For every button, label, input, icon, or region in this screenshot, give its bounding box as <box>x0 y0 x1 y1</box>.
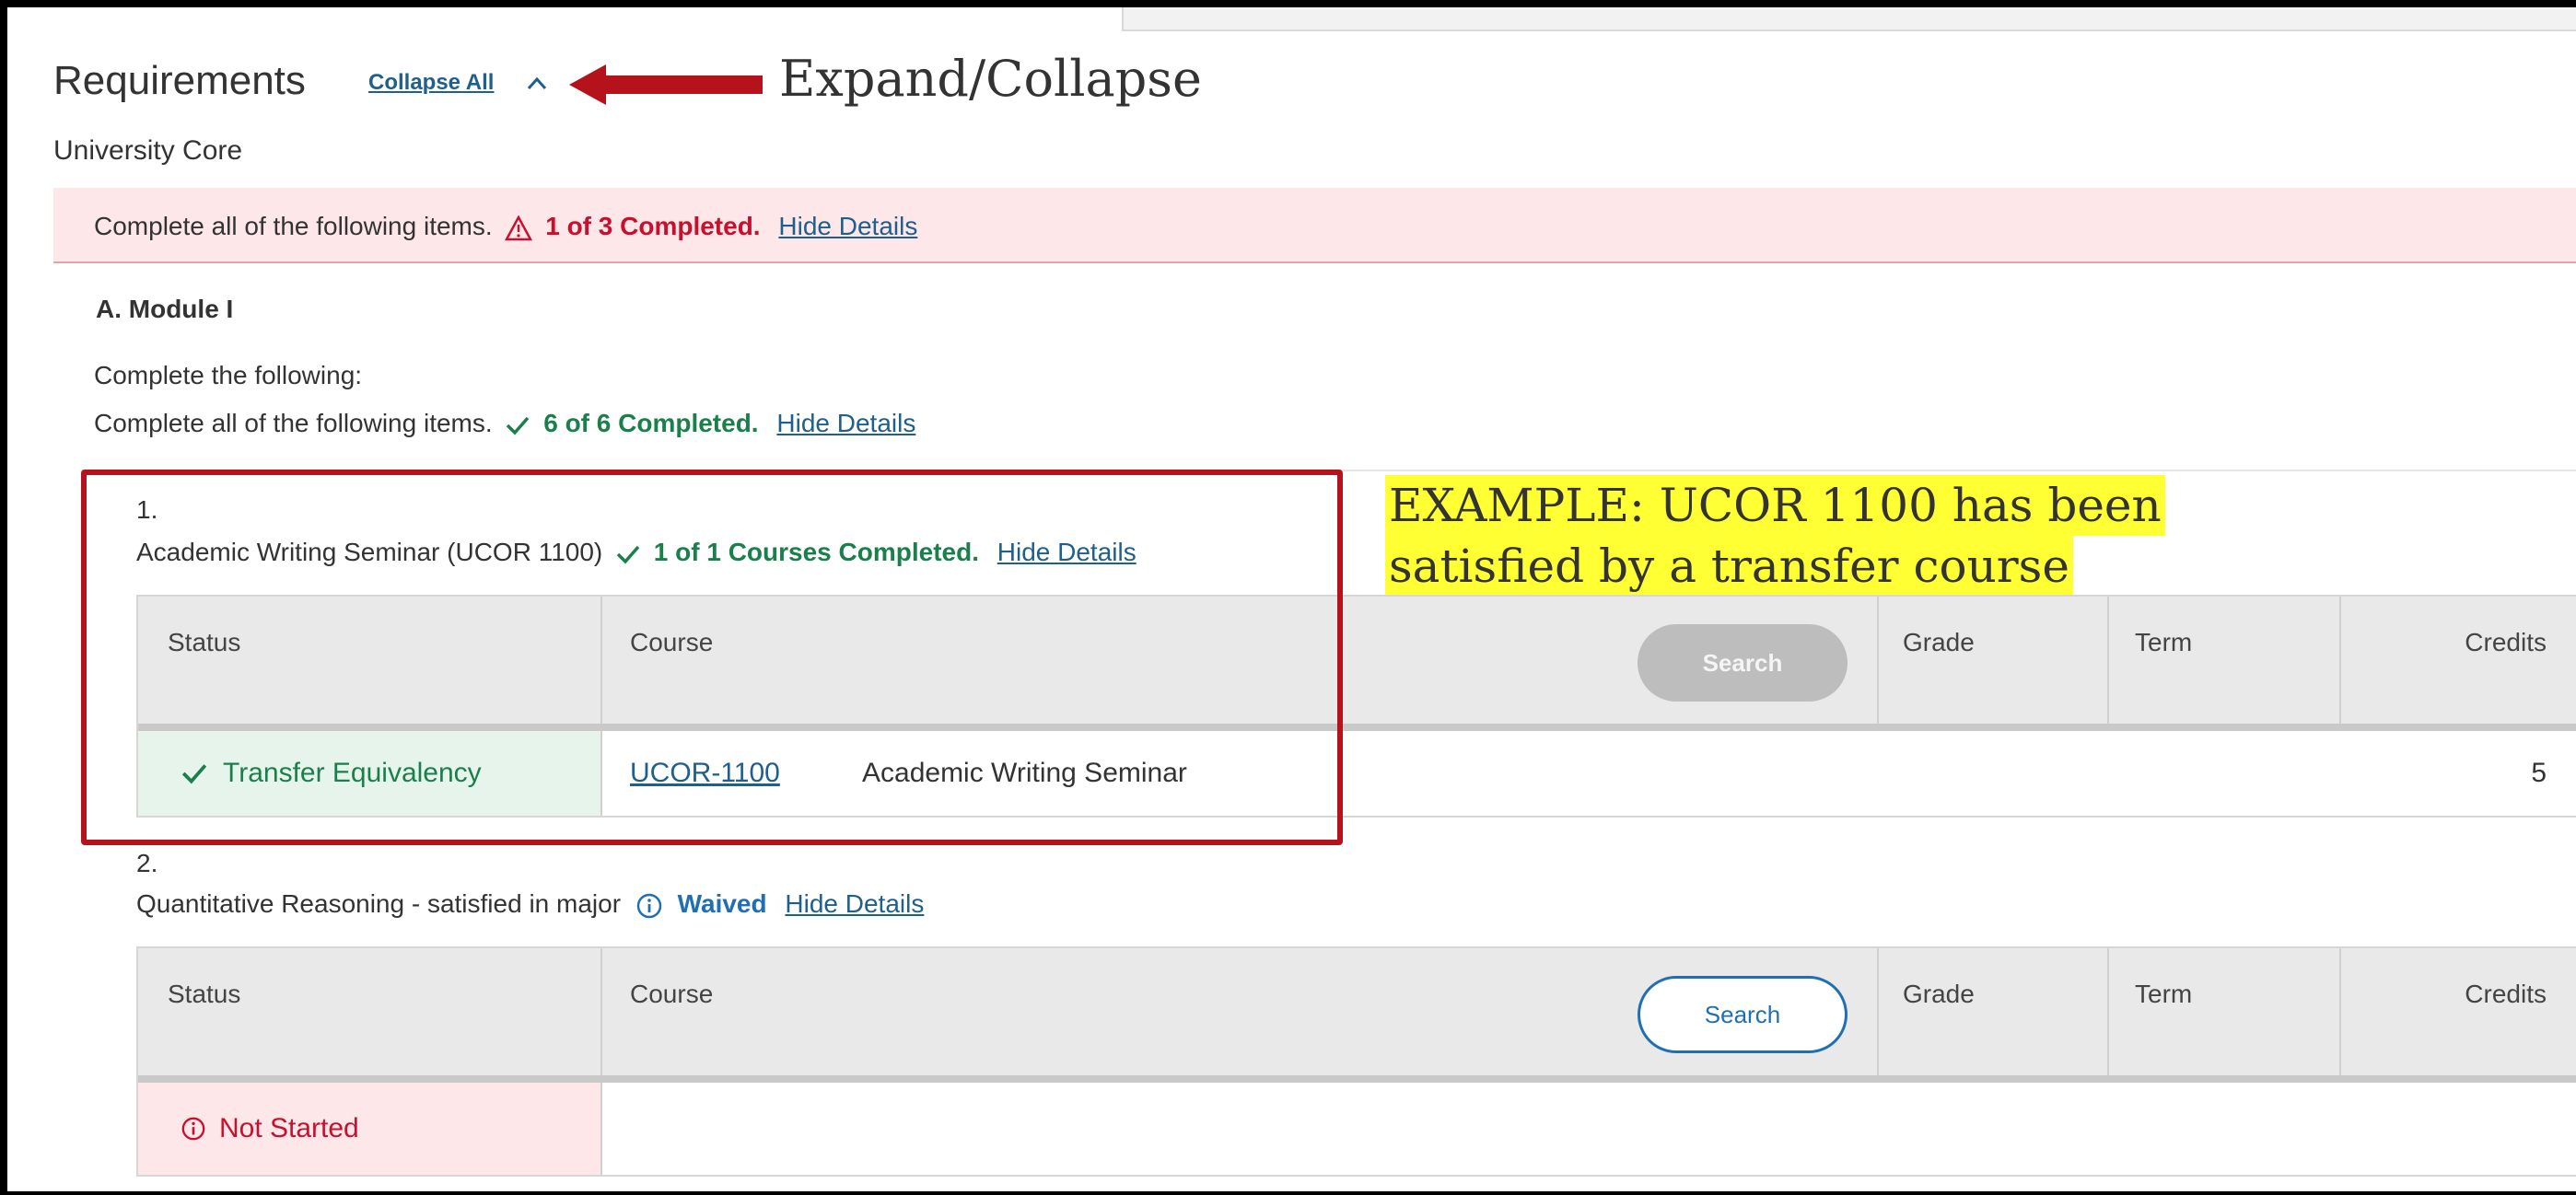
info-icon <box>181 1117 205 1141</box>
module-status-row: Complete all of the following items. 6 o… <box>94 407 915 440</box>
page-title: Requirements <box>53 58 306 103</box>
column-separator <box>1877 597 1879 724</box>
section-instruction: Complete all of the following items. <box>94 212 493 240</box>
table-row: Not Started <box>138 1083 2576 1175</box>
section-name: University Core <box>53 135 243 166</box>
info-icon <box>636 893 662 918</box>
top-toolbar <box>1122 7 2576 31</box>
check-icon <box>507 416 530 435</box>
grade-column-header: Grade <box>1903 628 1975 656</box>
item-2-waived: Waived <box>677 889 767 918</box>
section-hide-details-link[interactable]: Hide Details <box>778 212 917 240</box>
course-column-header: Course <box>630 980 714 1008</box>
column-separator <box>2339 597 2341 724</box>
column-separator <box>2107 948 2109 1075</box>
column-separator <box>600 1083 602 1175</box>
grade-column-header: Grade <box>1903 980 1975 1008</box>
item-2-hide-details-link[interactable]: Hide Details <box>785 889 924 918</box>
status-cell: Not Started <box>138 1083 600 1175</box>
column-separator <box>1877 948 1879 1075</box>
annotation-highlight-box <box>81 470 1343 845</box>
item-2-course-table: Status Course Search Grade Term Credits … <box>136 946 2576 1177</box>
section-status-row: Complete all of the following items. 1 o… <box>94 210 917 243</box>
expand-collapse-annotation: Expand/Collapse <box>779 50 1202 108</box>
search-button[interactable]: Search <box>1638 624 1847 702</box>
item-2-title: Quantitative Reasoning - satisfied in ma… <box>136 889 622 918</box>
callout-arrow-icon <box>569 64 763 105</box>
module-instruction: Complete all of the following items. <box>94 409 493 437</box>
column-separator <box>2339 948 2341 1075</box>
credits-column-header: Credits <box>2465 628 2547 656</box>
collapse-all-link[interactable]: Collapse All <box>368 68 494 98</box>
module-progress: 6 of 6 Completed. <box>543 409 759 437</box>
credits-column-header: Credits <box>2465 980 2547 1008</box>
module-title: A. Module I <box>96 295 234 323</box>
example-annotation-line1: EXAMPLE: UCOR 1100 has been <box>1385 475 2165 536</box>
warning-icon <box>505 215 533 240</box>
term-column-header: Term <box>2135 628 2193 656</box>
chevron-up-icon[interactable] <box>526 74 548 92</box>
status-column-header: Status <box>168 980 241 1008</box>
column-separator <box>2107 597 2109 724</box>
item-2-status-row: Quantitative Reasoning - satisfied in ma… <box>136 888 924 921</box>
item-2-number: 2. <box>136 849 158 877</box>
example-annotation-line2: satisfied by a transfer course <box>1385 536 2073 597</box>
search-button[interactable]: Search <box>1638 976 1847 1053</box>
status-text: Not Started <box>219 1113 359 1143</box>
table-header: Status Course Search Grade Term Credits <box>138 948 2576 1083</box>
term-column-header: Term <box>2135 980 2193 1008</box>
module-hide-details-link[interactable]: Hide Details <box>776 409 915 437</box>
example-annotation: EXAMPLE: UCOR 1100 has been satisfied by… <box>1385 475 2165 597</box>
credits-value: 5 <box>2531 758 2547 788</box>
module-subtitle: Complete the following: <box>94 361 363 389</box>
column-separator <box>600 948 602 1075</box>
section-progress: 1 of 3 Completed. <box>545 212 761 240</box>
